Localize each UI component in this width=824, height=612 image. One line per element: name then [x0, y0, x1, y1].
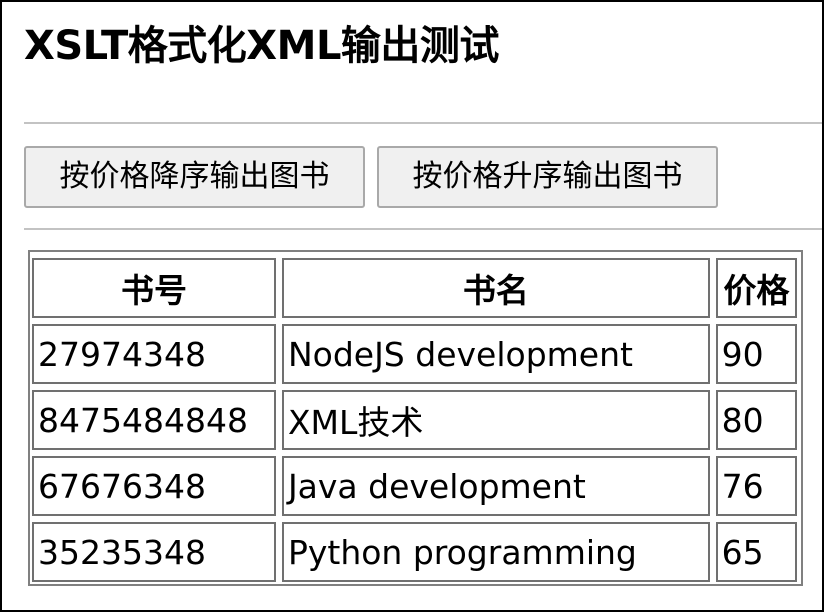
table-row: 27974348 NodeJS development 90 — [32, 324, 797, 384]
book-price-cell: 76 — [715, 456, 797, 516]
book-id-cell: 8475484848 — [32, 390, 276, 450]
book-name-cell: NodeJS development — [281, 324, 710, 384]
book-id-cell: 27974348 — [32, 324, 276, 384]
table-row: 35235348 Python programming 65 — [32, 522, 797, 582]
column-header-book-name: 书名 — [281, 258, 710, 318]
sort-price-asc-button[interactable]: 按价格升序输出图书 — [377, 146, 718, 208]
column-header-book-id: 书号 — [32, 258, 276, 318]
column-header-price: 价格 — [715, 258, 797, 318]
book-name-cell: Java development — [281, 456, 710, 516]
table-row: 8475484848 XML技术 80 — [32, 390, 797, 450]
book-table: 书号 书名 价格 27974348 NodeJS development 90 … — [28, 250, 803, 586]
sort-price-desc-button[interactable]: 按价格降序输出图书 — [24, 146, 365, 208]
book-price-cell: 90 — [715, 324, 797, 384]
divider-top — [24, 122, 822, 124]
book-id-cell: 35235348 — [32, 522, 276, 582]
book-price-cell: 80 — [715, 390, 797, 450]
book-name-cell: XML技术 — [281, 390, 710, 450]
divider-bottom — [24, 228, 822, 230]
book-name-cell: Python programming — [281, 522, 710, 582]
page-title: XSLT格式化XML输出测试 — [24, 23, 499, 69]
table-row: 67676348 Java development 76 — [32, 456, 797, 516]
page-frame: XSLT格式化XML输出测试 按价格降序输出图书 按价格升序输出图书 书号 书名… — [0, 0, 824, 612]
table-header-row: 书号 书名 价格 — [32, 258, 797, 318]
book-price-cell: 65 — [715, 522, 797, 582]
book-id-cell: 67676348 — [32, 456, 276, 516]
